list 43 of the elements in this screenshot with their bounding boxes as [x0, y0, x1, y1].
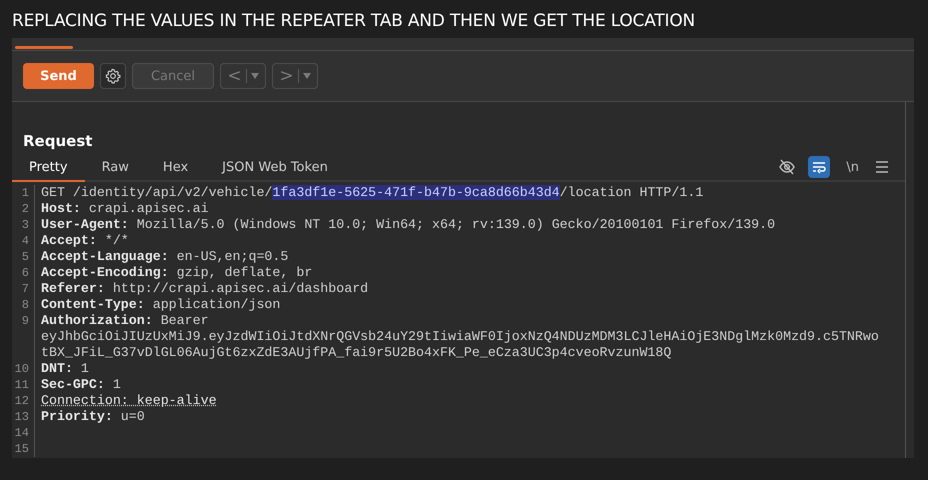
line-number: 8 [12, 297, 35, 313]
code-line: Sec-GPC: 1 [41, 377, 121, 393]
line-number: 12 [12, 393, 35, 409]
line-number: 2 [12, 201, 35, 217]
wrap-icon[interactable] [808, 156, 830, 178]
code-line: DNT: 1 [41, 361, 89, 377]
line-number: 15 [12, 441, 35, 457]
code-line: Connection: keep-alive [41, 393, 217, 409]
code-line: Accept-Encoding: gzip, deflate, br [41, 265, 312, 281]
view-tab[interactable]: Pretty [12, 154, 85, 182]
code-line: Host: crapi.apisec.ai [41, 201, 209, 217]
line-number: 14 [12, 425, 35, 441]
code-line: Content-Type: application/json [41, 297, 280, 313]
line-number: 7 [12, 281, 35, 297]
settings-button[interactable] [100, 63, 126, 89]
caption: REPLACING THE VALUES IN THE REPEATER TAB AND THEN WE GET THE LOCATION [11, 10, 696, 33]
code-line: eyJhbGciOiJIUzUxMiJ9.eyJzdWIiOiJtdXNrQGVsb24uY29tIiwiaWF0IjoxNzQ4NDUzMDM3LCJleHAiOjE3NDglMzk0Mzd9.c5TNRwo [41, 329, 879, 345]
code-line: Referer: http://crapi.apisec.ai/dashboard [41, 281, 368, 297]
code-line: Priority: u=0 [41, 409, 145, 425]
line-number: 6 [12, 265, 35, 281]
newline-toggle[interactable]: \n [846, 160, 859, 174]
view-tab[interactable]: Raw [84, 154, 146, 180]
line-number: 3 [12, 217, 35, 233]
code-line: User-Agent: Mozilla/5.0 (Windows NT 10.0; Win64; x64; rv:139.0) Gecko/20100101 Firefox/139.0 [41, 217, 776, 233]
section-title: Request [23, 132, 94, 152]
code-line: tBX_JFiL_G37vDlGL06AujGt6zxZdE3AUjfPA_fai9r5U2Bo4xFK_Pe_eCza3UC3p4cveoRvzunW18Q [41, 345, 672, 361]
line-number: 13 [12, 409, 35, 425]
settings-icon [105, 68, 121, 84]
line-number: 5 [12, 249, 35, 265]
code-line: Accept-Language: en-US,en;q=0.5 [41, 249, 288, 265]
code-line: Authorization: Bearer [41, 313, 209, 329]
line-number: 10 [12, 361, 35, 377]
code-line: Accept: */* [41, 233, 129, 249]
menu-icon[interactable] [875, 161, 889, 173]
line-number: 4 [12, 233, 35, 249]
code-line: GET /identity/api/v2/vehicle/1fa3df1e-5625-471f-b47b-9ca8d66b43d4/location HTTP/1.1 [41, 185, 704, 201]
line-number: 1 [12, 185, 35, 201]
caret-icon [250, 73, 259, 79]
view-tab[interactable]: Hex [146, 154, 206, 180]
view-tab[interactable]: JSON Web Token [205, 154, 345, 180]
caret-icon [302, 73, 311, 79]
line-number: 9 [12, 313, 35, 329]
line-number: 11 [12, 377, 35, 393]
